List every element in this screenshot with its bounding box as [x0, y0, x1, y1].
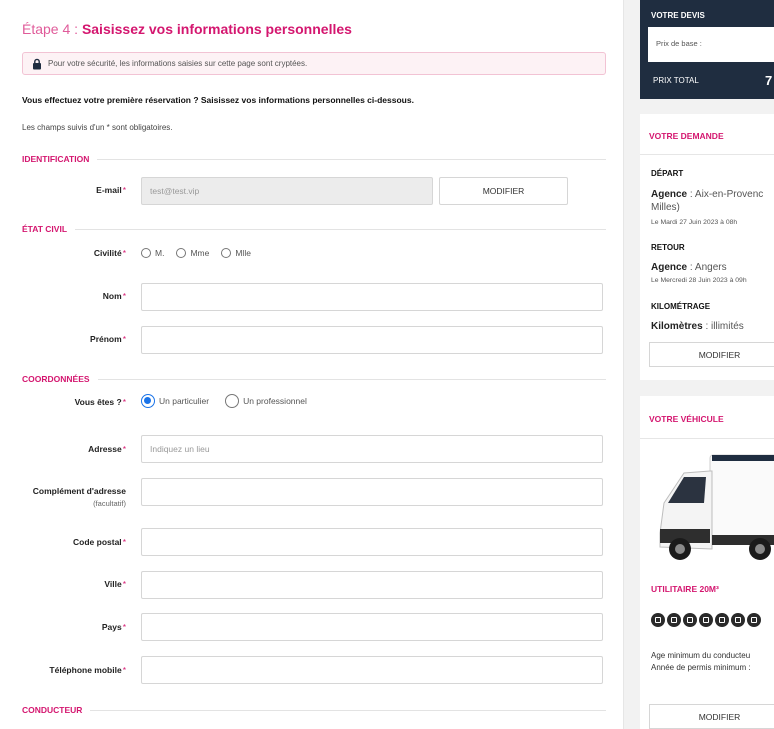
km-value: Kilomètres : illimités [651, 321, 744, 332]
security-notice: Pour votre sécurité, les informations sa… [22, 52, 606, 75]
km-heading: KILOMÉTRAGE [651, 302, 711, 311]
lock-icon [33, 58, 41, 69]
adresse-label: Adresse* [88, 444, 126, 454]
email-field[interactable] [141, 177, 433, 205]
complement-label: Complément d'adresse (facultatif) [32, 486, 126, 508]
section-coordonnees: COORDONNÉES [22, 374, 606, 384]
section-identification: IDENTIFICATION [22, 154, 606, 164]
radio-circle-selected[interactable] [141, 394, 155, 408]
nom-label: Nom* [102, 291, 126, 301]
vehicle-card: VOTRE VÉHICULE UTILITAIRE 20M³ Age minim… [640, 396, 774, 729]
person-icon [683, 613, 697, 627]
total-price-label: PRIX TOTAL [653, 76, 699, 85]
modify-request-button[interactable]: MODIFIER [649, 342, 774, 367]
quote-card: VOTRE DEVIS Prix de base : PRIX TOTAL 7 [640, 0, 774, 99]
modify-vehicle-button[interactable]: MODIFIER [649, 704, 774, 729]
step-number: Étape 4 : [22, 21, 79, 37]
civilite-mme-radio[interactable]: Mme [176, 248, 209, 258]
divider [640, 154, 774, 155]
more-icon [747, 613, 761, 627]
civilite-m-radio[interactable]: M. [141, 248, 164, 258]
client-type-radio-group: Un particulier Un professionnel [141, 394, 319, 408]
adresse-field[interactable] [141, 435, 603, 463]
ville-field[interactable] [141, 571, 603, 599]
retour-heading: RETOUR [651, 243, 685, 252]
vehicle-requirements: Age minimum du conducteu Année de permis… [651, 651, 751, 672]
divider [640, 438, 774, 439]
pays-field[interactable] [141, 613, 603, 641]
code-postal-field[interactable] [141, 528, 603, 556]
nom-field[interactable] [141, 283, 603, 311]
fuel-icon [699, 613, 713, 627]
civilite-label: Civilité* [93, 248, 126, 258]
step-title: Saisissez vos informations personnelles [81, 21, 352, 37]
radio-circle[interactable] [225, 394, 240, 408]
modify-email-button[interactable]: MODIFIER [439, 177, 568, 205]
prenom-field[interactable] [141, 326, 603, 354]
telephone-field[interactable] [141, 656, 603, 684]
radio-circle[interactable] [176, 248, 187, 258]
email-label: E-mail* [96, 185, 126, 195]
request-title: VOTRE DEMANDE [649, 131, 724, 141]
total-price-value: 7 [765, 73, 773, 88]
radio-circle[interactable] [221, 248, 232, 258]
vous-etes-label: Vous êtes ?* [74, 397, 126, 407]
page-title: Étape 4 : Saisissez vos informations per… [22, 21, 352, 37]
particulier-radio[interactable]: Un particulier [141, 394, 209, 408]
base-price-label: Prix de base : [656, 39, 702, 48]
request-card: VOTRE DEMANDE DÉPART Agence : Aix-en-Pro… [640, 114, 774, 380]
professionnel-radio[interactable]: Un professionnel [225, 394, 307, 408]
gps-icon [731, 613, 745, 627]
vehicle-title: VOTRE VÉHICULE [649, 414, 724, 424]
seat-icon [667, 613, 681, 627]
civilite-mlle-radio[interactable]: Mlle [221, 248, 251, 258]
section-etat-civil: ÉTAT CIVIL [22, 224, 606, 234]
depart-date: Le Mardi 27 Juin 2023 à 08h [651, 219, 738, 226]
security-text: Pour votre sécurité, les informations sa… [48, 59, 308, 68]
intro-text: Vous effectuez votre première réservatio… [22, 95, 414, 105]
code-postal-label: Code postal* [73, 537, 126, 547]
cube-icon [651, 613, 665, 627]
booking-form-panel: Étape 4 : Saisissez vos informations per… [0, 0, 624, 729]
complement-field[interactable] [141, 478, 603, 506]
vehicle-name: UTILITAIRE 20M³ [651, 584, 719, 594]
base-price-box: Prix de base : [648, 27, 774, 62]
mandatory-note: Les champs suivis d'un * sont obligatoir… [22, 123, 173, 132]
radio-circle[interactable] [141, 248, 151, 258]
depart-location: Agence : Aix-en-Provenc Milles) [651, 189, 764, 213]
pays-label: Pays* [101, 622, 126, 632]
retour-location: Agence : Angers [651, 262, 727, 273]
prenom-label: Prénom* [90, 334, 126, 344]
vehicle-features [651, 613, 763, 627]
ville-label: Ville* [104, 579, 126, 589]
quote-title: VOTRE DEVIS [651, 11, 705, 20]
retour-date: Le Mercredi 28 Juin 2023 à 09h [651, 277, 747, 284]
civilite-radio-group: M. Mme Mlle [141, 248, 263, 258]
telephone-label: Téléphone mobile* [49, 665, 126, 675]
snowflake-icon [715, 613, 729, 627]
section-conducteur: CONDUCTEUR [22, 705, 606, 715]
van-image [659, 454, 774, 560]
depart-heading: DÉPART [651, 169, 684, 178]
